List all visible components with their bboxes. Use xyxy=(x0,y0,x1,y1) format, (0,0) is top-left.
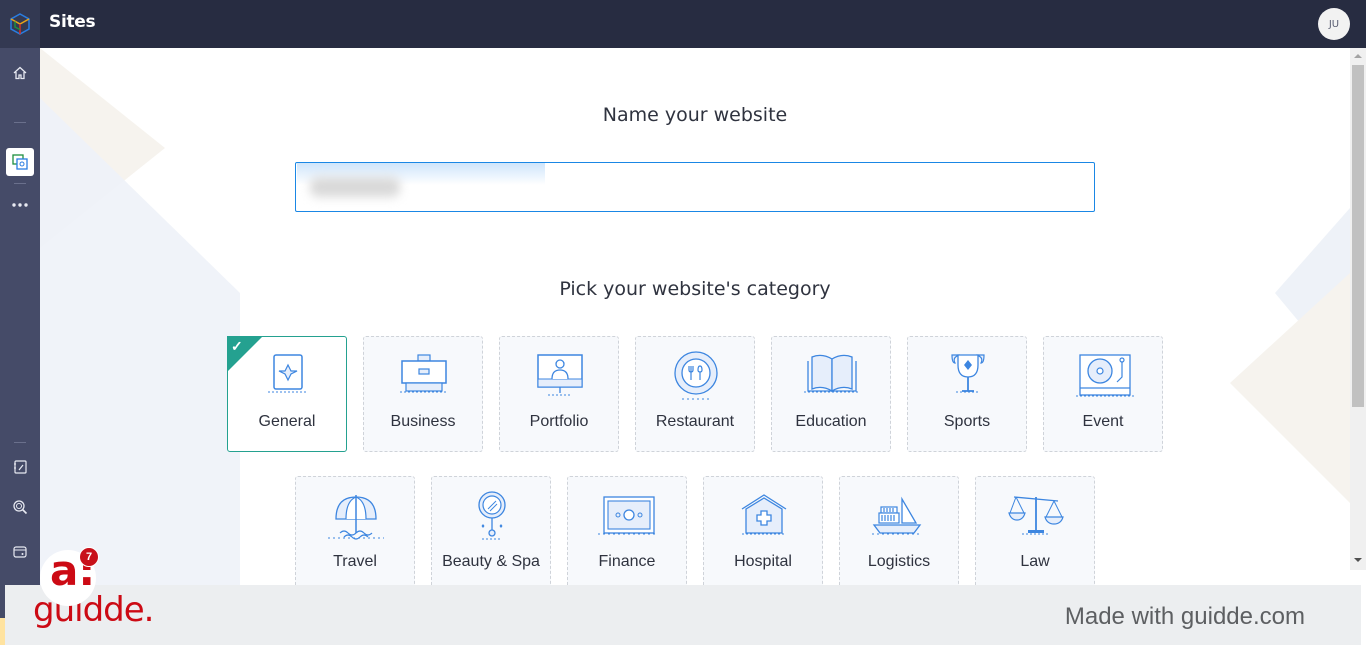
checkmark-icon: ✓ xyxy=(231,338,243,354)
category-card-hospital[interactable]: Hospital xyxy=(703,476,823,585)
sidebar-divider xyxy=(14,183,26,184)
sidebar-item-search-inspect[interactable] xyxy=(6,493,34,521)
category-card-sports[interactable]: Sports xyxy=(907,336,1027,452)
scroll-thumb[interactable] xyxy=(1352,65,1364,407)
monitor-person-icon xyxy=(537,354,583,396)
background-decoration xyxy=(40,48,1350,585)
category-label: Business xyxy=(390,413,456,430)
sidebar-item-notebook[interactable] xyxy=(6,453,34,481)
category-label: Education xyxy=(795,413,867,430)
home-icon xyxy=(13,66,27,80)
category-label: Sports xyxy=(943,413,991,430)
category-label: Travel xyxy=(333,553,377,570)
notebook-icon xyxy=(14,460,27,474)
sidebar-divider xyxy=(14,442,26,443)
category-card-finance[interactable]: Finance xyxy=(567,476,687,585)
app-logo[interactable] xyxy=(0,0,40,48)
more-dots-icon xyxy=(12,203,28,207)
turntable-icon xyxy=(1076,354,1134,397)
category-label: Beauty & Spa xyxy=(442,553,540,570)
obscured-input-value xyxy=(310,177,400,197)
guidde-footer: guidde. Made with guidde.com xyxy=(5,585,1361,645)
sidebar-item-wallet[interactable] xyxy=(6,538,34,566)
briefcase-icon xyxy=(400,354,448,393)
banknote-icon xyxy=(598,496,658,535)
sidebar-divider xyxy=(14,122,26,123)
vertical-scrollbar[interactable] xyxy=(1350,48,1366,570)
sidebar-item-sites[interactable] xyxy=(6,148,34,176)
category-label: Hospital xyxy=(734,553,792,570)
trophy-icon xyxy=(951,354,985,393)
hand-mirror-icon xyxy=(478,491,506,540)
category-label: Restaurant xyxy=(655,413,735,430)
category-card-logistics[interactable]: Logistics xyxy=(839,476,959,585)
sites-icon xyxy=(12,154,28,170)
category-card-travel[interactable]: Travel xyxy=(295,476,415,585)
category-card-law[interactable]: Law xyxy=(975,476,1095,585)
user-avatar[interactable]: JU xyxy=(1318,8,1350,40)
name-heading: Name your website xyxy=(602,104,788,126)
open-book-icon xyxy=(804,354,860,393)
category-label: Portfolio xyxy=(529,413,589,430)
category-card-general[interactable]: ✓ General xyxy=(227,336,347,452)
cube-logo-icon xyxy=(10,13,30,35)
category-card-education[interactable]: Education xyxy=(771,336,891,452)
notification-count-badge: 7 xyxy=(79,547,99,567)
scroll-up-arrow-icon[interactable] xyxy=(1354,54,1362,58)
general-sparkle-icon xyxy=(268,354,308,393)
category-card-restaurant[interactable]: Restaurant xyxy=(635,336,755,452)
hospital-icon xyxy=(741,494,787,535)
category-card-event[interactable]: Event xyxy=(1043,336,1163,452)
category-card-beauty-spa[interactable]: Beauty & Spa xyxy=(431,476,551,585)
category-label: General xyxy=(258,413,316,430)
category-card-business[interactable]: Business xyxy=(363,336,483,452)
beach-umbrella-icon xyxy=(328,495,384,540)
top-bar: Sites JU xyxy=(0,0,1366,48)
category-label: Law xyxy=(1020,553,1050,570)
sidebar xyxy=(0,48,40,645)
app-title: Sites xyxy=(49,12,96,32)
sidebar-item-home[interactable] xyxy=(6,59,34,87)
search-inspect-icon xyxy=(13,500,28,515)
category-label: Event xyxy=(1082,413,1124,430)
cargo-ship-icon xyxy=(872,496,922,535)
category-heading: Pick your website's category xyxy=(559,278,831,300)
made-with-text: Made with guidde.com xyxy=(1064,603,1305,630)
wallet-icon xyxy=(13,546,27,558)
scales-icon xyxy=(1008,496,1064,535)
sidebar-item-more[interactable] xyxy=(6,191,34,219)
category-label: Logistics xyxy=(867,553,931,570)
plate-fork-icon xyxy=(674,351,718,400)
main-content: Name your website Pick your website's ca… xyxy=(40,48,1350,585)
website-name-input[interactable] xyxy=(295,162,1095,212)
category-card-portfolio[interactable]: Portfolio xyxy=(499,336,619,452)
scroll-down-arrow-icon[interactable] xyxy=(1354,558,1362,562)
category-label: Finance xyxy=(598,553,656,570)
